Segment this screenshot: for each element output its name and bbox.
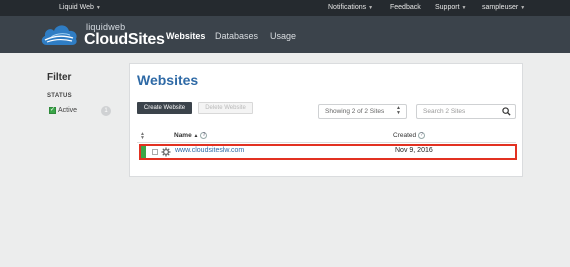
- liquidweb-menu-label: Liquid Web: [59, 4, 94, 11]
- support-label: Support: [435, 4, 460, 11]
- column-created-header[interactable]: Created?: [393, 132, 426, 140]
- chevron-down-icon: ▼: [95, 5, 101, 11]
- column-created-label: Created: [393, 132, 417, 140]
- column-name-header[interactable]: Name ▲?: [174, 132, 208, 140]
- gear-icon[interactable]: [161, 147, 171, 157]
- chevron-down-icon: ▼: [368, 5, 374, 11]
- notifications-label: Notifications: [328, 4, 367, 11]
- search-placeholder: Search 2 Sites: [423, 108, 466, 115]
- created-date: Nov 9, 2016: [395, 147, 433, 154]
- feedback-label: Feedback: [390, 4, 421, 11]
- filter-title: Filter: [47, 72, 72, 83]
- active-count-badge: 1: [101, 106, 111, 116]
- create-website-button[interactable]: Create Website: [137, 102, 192, 114]
- liquidweb-menu[interactable]: Liquid Web ▼: [59, 4, 101, 11]
- app-header: liquidweb CloudSites Websites Databases …: [0, 16, 570, 53]
- select-arrows-icon: ▲ ▼: [396, 105, 401, 116]
- delete-website-button[interactable]: Delete Website: [198, 102, 253, 114]
- row-checkbox[interactable]: [152, 149, 158, 155]
- sort-ascending-icon: ▲: [193, 133, 199, 140]
- site-link[interactable]: www.cloudsiteslw.com: [175, 147, 244, 154]
- support-menu[interactable]: Support ▼: [435, 4, 466, 11]
- nav-websites[interactable]: Websites: [166, 31, 205, 41]
- cloud-logo-icon[interactable]: [39, 21, 79, 47]
- brand-cloudsites: CloudSites: [84, 31, 165, 48]
- user-label: sampleuser: [482, 4, 519, 11]
- help-icon[interactable]: ?: [418, 132, 426, 139]
- page-title: Websites: [137, 72, 199, 88]
- active-label: Active: [58, 107, 78, 114]
- feedback-link[interactable]: Feedback: [390, 4, 421, 11]
- table-divider: [137, 142, 516, 143]
- status-heading: STATUS: [47, 93, 72, 99]
- sort-icon[interactable]: ▲ ▼: [140, 132, 145, 141]
- table-row[interactable]: www.cloudsiteslw.com Nov 9, 2016: [139, 144, 517, 160]
- top-bar: Liquid Web ▼ Notifications ▼ Feedback Supp…: [0, 0, 570, 16]
- notifications-menu[interactable]: Notifications ▼: [328, 4, 373, 11]
- chevron-down-icon: ▼: [520, 5, 526, 11]
- search-input[interactable]: Search 2 Sites: [416, 104, 516, 119]
- chevron-down-icon: ▼: [461, 5, 467, 11]
- websites-panel: Websites Create Website Delete Website S…: [129, 63, 523, 177]
- filter-active[interactable]: ✓ Active 1: [49, 106, 111, 118]
- nav-usage[interactable]: Usage: [270, 31, 296, 41]
- showing-select[interactable]: Showing 2 of 2 Sites ▲ ▼: [318, 104, 407, 119]
- column-name-label: Name: [174, 132, 192, 140]
- help-icon[interactable]: ?: [200, 132, 208, 139]
- status-active-indicator: [141, 146, 146, 158]
- user-menu[interactable]: sampleuser ▼: [482, 4, 525, 11]
- active-checkbox[interactable]: ✓: [49, 107, 56, 114]
- nav-databases[interactable]: Databases: [215, 31, 258, 41]
- showing-select-value: Showing 2 of 2 Sites: [325, 108, 385, 115]
- search-icon[interactable]: [502, 107, 511, 116]
